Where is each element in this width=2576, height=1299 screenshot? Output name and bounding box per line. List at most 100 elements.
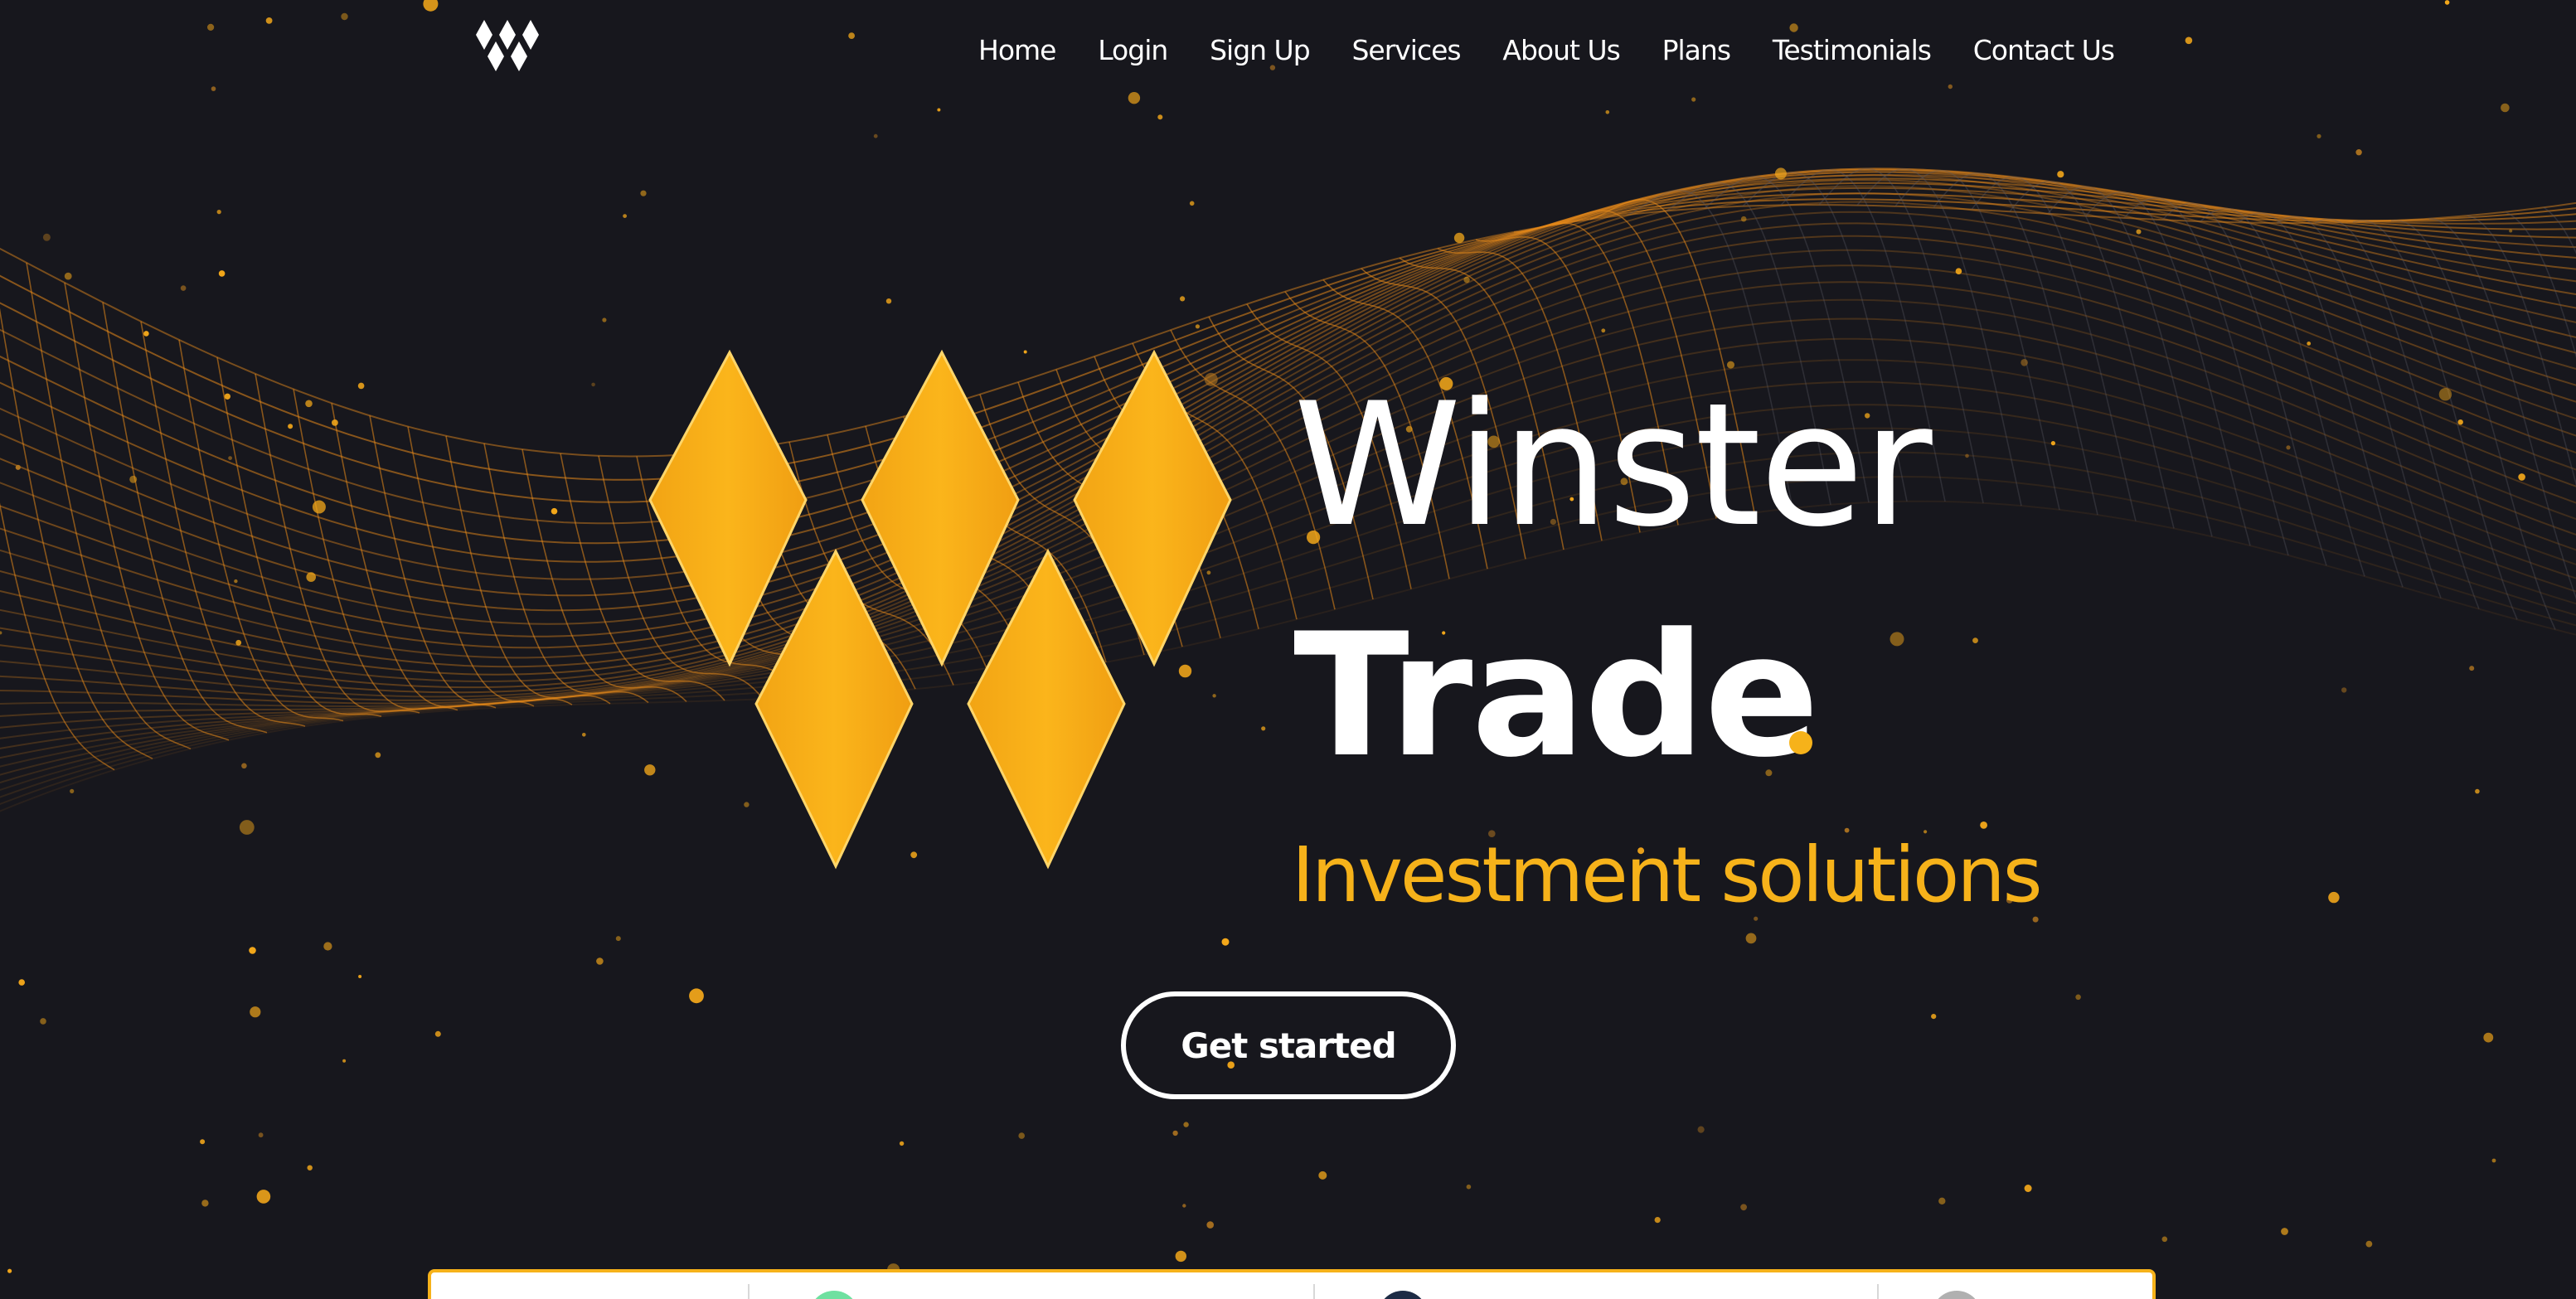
star-dot <box>640 190 647 196</box>
star-dot <box>1175 1250 1187 1263</box>
wave-line <box>0 427 2576 791</box>
navbar: Home Login Sign Up Services About Us Pla… <box>0 0 2576 99</box>
brand-dot <box>1789 731 1812 754</box>
star-dot <box>1183 1122 1189 1127</box>
star-dot <box>200 1139 206 1145</box>
star-dot <box>1972 637 1978 643</box>
star-dot <box>305 400 313 408</box>
wave-crossline <box>1933 172 2098 516</box>
star-dot <box>218 270 226 277</box>
star-dot <box>0 631 2 635</box>
wave-line <box>0 192 2576 689</box>
wave-crossline <box>2467 215 2576 487</box>
star-dot <box>256 1190 271 1204</box>
star-dot <box>873 133 878 138</box>
star-dot <box>1980 822 1988 829</box>
nav-services-link[interactable]: Services <box>1351 34 1461 66</box>
card-divider <box>748 1284 750 1299</box>
star-dot <box>2457 419 2463 425</box>
star-dot <box>1157 114 1163 120</box>
star-dot <box>239 820 255 835</box>
star-dot <box>42 233 51 241</box>
star-dot <box>1890 632 1904 647</box>
brand-name-line1: Winster <box>1293 367 1933 565</box>
nav-home-link[interactable]: Home <box>978 34 1056 66</box>
star-dot <box>2355 149 2362 156</box>
star-dot <box>2341 687 2347 693</box>
star-dot <box>1938 1197 1946 1205</box>
star-dot <box>1261 726 1266 731</box>
star-dot <box>1740 1204 1748 1211</box>
hero-tagline: Investment solutions <box>1292 831 2043 919</box>
gray-feature-icon <box>1932 1291 1982 1299</box>
star-dot <box>180 285 187 291</box>
star-dot <box>2509 229 2513 233</box>
star-dot <box>582 733 586 737</box>
star-dot <box>1206 1221 1214 1229</box>
star-dot <box>885 298 892 304</box>
star-dot <box>306 572 317 582</box>
star-dot <box>1965 453 1969 458</box>
star-dot <box>1189 201 1195 206</box>
star-dot <box>1774 167 1787 180</box>
star-dot <box>2024 1185 2032 1192</box>
nav-testimonials-link[interactable]: Testimonials <box>1773 34 1932 66</box>
star-dot <box>1601 328 1606 333</box>
star-dot <box>64 272 72 280</box>
star-dot <box>323 942 332 951</box>
star-dot <box>2365 1240 2373 1248</box>
star-dot <box>1018 1132 1025 1139</box>
star-dot <box>1931 1014 1937 1020</box>
wave-crossline <box>0 502 115 771</box>
star-dot <box>2501 103 2510 113</box>
star-dot <box>143 331 149 337</box>
wave-crossline <box>2352 220 2518 620</box>
star-dot <box>15 464 21 470</box>
star-dot <box>40 1018 46 1025</box>
nav-login-link[interactable]: Login <box>1098 34 1168 66</box>
star-dot <box>357 382 365 390</box>
star-dot <box>2281 1228 2288 1235</box>
star-dot <box>602 317 607 322</box>
get-started-button[interactable]: Get started <box>1121 991 1456 1099</box>
wave-crossline <box>2047 186 2213 537</box>
star-dot <box>258 1132 264 1138</box>
star-dot <box>241 763 247 769</box>
star-dot <box>1318 1171 1327 1180</box>
star-dot <box>312 500 326 514</box>
star-dot <box>1180 296 1186 302</box>
wave-line <box>0 281 2576 729</box>
star-dot <box>2328 891 2340 904</box>
star-dot <box>70 788 75 794</box>
card-divider <box>1877 1284 1879 1299</box>
star-dot <box>899 1141 905 1146</box>
star-dot <box>1740 216 1747 222</box>
star-dot <box>2469 666 2475 671</box>
nav-plans-link[interactable]: Plans <box>1662 34 1731 66</box>
star-dot <box>18 979 26 986</box>
wave-line <box>0 177 2576 563</box>
star-dot <box>307 1165 313 1171</box>
star-dot <box>1172 1130 1178 1137</box>
star-dot <box>288 424 293 429</box>
star-dot <box>2518 473 2525 481</box>
star-dot <box>591 382 595 387</box>
star-dot <box>2057 171 2064 178</box>
star-dot <box>342 1059 347 1063</box>
star-dot <box>2286 445 2291 450</box>
nav-contact-link[interactable]: Contact Us <box>1973 34 2115 66</box>
wave-line <box>0 264 2576 717</box>
star-dot <box>332 419 338 426</box>
wave-line <box>0 201 2576 458</box>
star-dot <box>1697 1126 1705 1133</box>
wave-line <box>0 337 2576 759</box>
star-dot <box>2438 388 2452 401</box>
nav-logo-icon[interactable] <box>476 18 546 75</box>
star-dot <box>937 108 941 112</box>
star-dot <box>2161 1236 2168 1243</box>
wave-line <box>0 167 2576 637</box>
green-feature-icon <box>809 1291 859 1299</box>
nav-about-link[interactable]: About Us <box>1502 34 1620 66</box>
nav-signup-link[interactable]: Sign Up <box>1210 34 1311 66</box>
star-dot <box>228 456 232 460</box>
